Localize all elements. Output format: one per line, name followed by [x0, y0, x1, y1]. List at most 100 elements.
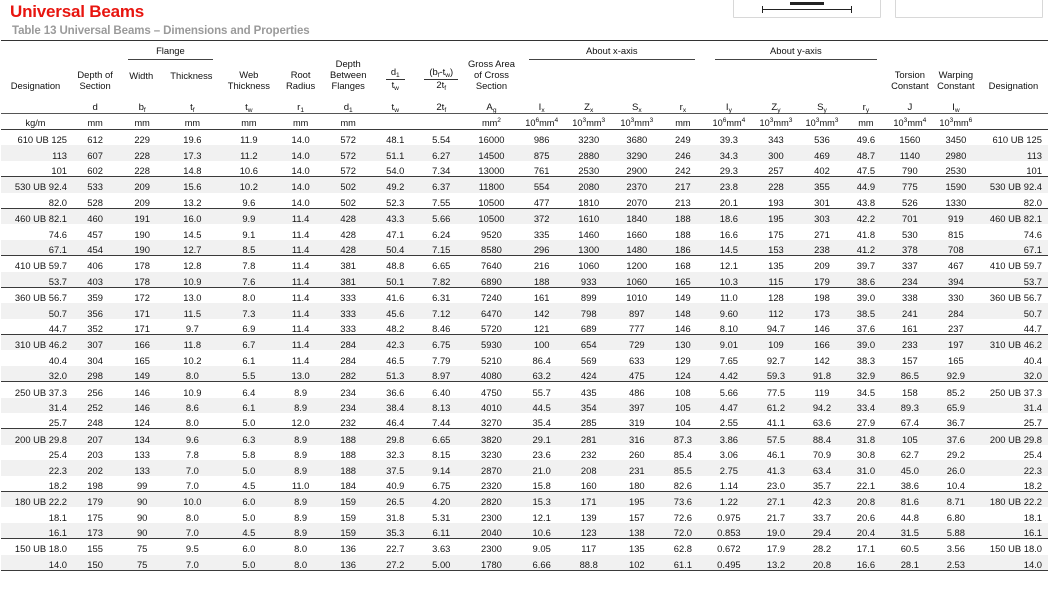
table-row[interactable]: 360 UB 56.7 359 172 13.0 8.0 11.4 333 41.6 6.31 7…: [1, 286, 1048, 304]
table-cell: 1610: [564, 207, 613, 225]
table-row[interactable]: 460 UB 82.1 460 191 16.0 9.9 11.4 428 43.3 5.66 1…: [1, 207, 1048, 225]
table-cell: 13.2: [752, 554, 799, 571]
header-group-flange: Flange Width Thickness: [120, 40, 221, 91]
table-cell: 897: [612, 303, 661, 319]
table-row[interactable]: 31.4 252 146 8.6 6.1 8.9 234 38.4 8.13 4010 44.5 35…: [1, 397, 1048, 414]
cell-designation-right: 67.1: [978, 239, 1048, 256]
table-cell: 130: [660, 334, 705, 351]
table-cell: 9.1: [242, 228, 256, 240]
table-cell: 333: [340, 322, 357, 334]
table-cell: 3230: [481, 449, 502, 461]
table-cell: 109: [752, 334, 799, 351]
table-cell: 246: [660, 145, 705, 161]
table-cell: 31.8: [844, 428, 887, 445]
table-cell: 32.9: [844, 365, 887, 382]
table-row[interactable]: 180 UB 22.2 179 90 10.0 6.0 8.9 159 26.5 4.20 282…: [1, 490, 1048, 508]
table-cell: 6.1: [220, 397, 278, 414]
table-caption: Table 13 Universal Beams – Dimensions an…: [12, 25, 310, 37]
table-header: Designation Depth of Section Flange Widt…: [1, 40, 1048, 130]
table-row[interactable]: 40.4 304 165 10.2 6.1 11.4 284 46.5 7.79 5210 86.4…: [1, 350, 1048, 366]
table-row[interactable]: 32.0 298 149 8.0 5.5 13.0 282 51.3 8.97 4080 63.2 4…: [1, 365, 1048, 382]
table-row[interactable]: 101 602 228 14.8 10.6 14.0 572 54.0 7.34 13000 761…: [1, 161, 1048, 177]
table-cell: 9.6: [242, 196, 256, 208]
table-row[interactable]: 200 UB 29.8 207 134 9.6 6.3 8.9 188 29.8 6.65 382…: [1, 428, 1048, 445]
table-cell: 14.0: [291, 196, 310, 208]
table-cell: 242: [675, 165, 691, 177]
table-row[interactable]: 250 UB 37.3 256 146 10.9 6.4 8.9 234 36.6 6.40 47…: [1, 381, 1048, 398]
header-root-radius: Root Radius: [277, 40, 325, 91]
table-cell: 216: [518, 255, 565, 272]
table-row[interactable]: 18.2 198 99 7.0 4.5 11.0 184 40.9 6.75 2320 15.8 16…: [1, 476, 1048, 492]
table-cell: 41.3: [752, 460, 799, 476]
table-cell: 155: [70, 538, 121, 555]
table-cell: 188: [675, 228, 691, 240]
header-about-y-label: About y-axis: [770, 45, 822, 56]
table-cell: 406: [70, 255, 121, 272]
table-cell: 8.5: [220, 239, 278, 256]
table-row[interactable]: 14.0 150 75 7.0 5.0 8.0 136 27.2 5.00 1780 6.66 88.…: [1, 554, 1048, 571]
table-row[interactable]: 53.7 403 178 10.9 7.6 11.4 381 50.1 7.82 6890 188 9…: [1, 271, 1048, 288]
table-cell: 435: [564, 381, 613, 398]
table-row[interactable]: 44.7 352 171 9.7 6.9 11.4 333 48.2 8.46 5720 121 68…: [1, 319, 1048, 335]
table-cell: 108: [660, 381, 705, 398]
table-row[interactable]: 74.6 457 190 14.5 9.1 11.4 428 47.1 6.24 9520 335 1…: [1, 224, 1048, 240]
table-cell: 21.7: [766, 511, 786, 523]
table-row[interactable]: 310 UB 46.2 307 166 11.8 6.7 11.4 284 42.3 6.75 5…: [1, 334, 1048, 351]
cell-designation-left: 18.2: [48, 479, 68, 491]
cell-designation-left: 250 UB 37.3: [1, 381, 71, 398]
cell-designation-left: 101: [51, 165, 68, 177]
sym-zy: Zy: [771, 101, 781, 114]
table-cell: 173: [70, 522, 121, 539]
table-cell: 8.15: [432, 449, 451, 461]
table-row[interactable]: 22.3 202 133 7.0 5.0 8.9 188 37.5 9.14 2870 21.0 20…: [1, 460, 1048, 476]
table-cell: 11.4: [291, 322, 310, 334]
table-row[interactable]: 410 UB 59.7 406 178 12.8 7.8 11.4 381 48.8 6.65 7…: [1, 255, 1048, 272]
table-cell: 477: [533, 196, 550, 208]
table-row[interactable]: 113 607 228 17.3 11.2 14.0 572 51.1 6.27 14500 875…: [1, 145, 1048, 161]
table-cell: 8.9: [277, 428, 325, 445]
table-cell: 142: [518, 303, 565, 319]
table-cell: 8.0: [220, 286, 278, 304]
table-cell: 198: [87, 479, 103, 491]
table-cell: 1.14: [719, 479, 739, 491]
table-row[interactable]: 25.4 203 133 7.8 5.8 8.9 188 32.3 8.15 3230 23.6 23…: [1, 445, 1048, 460]
table-row[interactable]: 82.0 528 209 13.2 9.6 14.0 502 52.3 7.55 10500 477…: [1, 193, 1048, 209]
table-row[interactable]: 16.1 173 90 7.0 4.5 8.9 159 35.3 6.11 2040 10.6 123…: [1, 522, 1048, 539]
table-cell: 475: [612, 365, 661, 382]
table-cell: 44.9: [844, 176, 887, 193]
cell-designation-left: 530 UB 92.4: [1, 176, 71, 193]
table-cell: 5.54: [418, 129, 465, 146]
table-cell: 179: [70, 490, 121, 508]
table-cell: 33.7: [812, 511, 832, 523]
table-cell: 188: [324, 460, 373, 476]
table-row[interactable]: 530 UB 92.4 533 209 15.6 10.2 14.0 502 49.2 6.37…: [1, 176, 1048, 193]
table-row[interactable]: 25.7 248 124 8.0 5.0 12.0 232 46.4 7.44 3270 35.4 2…: [1, 413, 1048, 429]
table-cell: 612: [70, 129, 121, 146]
table-cell: 48.8: [372, 255, 419, 272]
table-row[interactable]: 610 UB 125 612 229 19.6 11.9 14.0 572 48.1 5.54 1…: [1, 129, 1048, 146]
table-cell: 8.10: [719, 322, 739, 334]
table-cell: 228: [752, 176, 799, 193]
table-row[interactable]: 18.1 175 90 8.0 5.0 8.9 159 31.8 5.31 2300 12.1 139…: [1, 507, 1048, 523]
table-cell: 296: [518, 239, 565, 256]
table-cell: 175: [768, 228, 784, 240]
table-cell: 57.5: [752, 428, 799, 445]
table-cell: 14.0: [277, 145, 325, 161]
table-cell: 43.8: [856, 196, 876, 208]
table-cell: 41.6: [372, 286, 419, 304]
table-cell: 237: [948, 322, 964, 334]
sym-rx: rx: [679, 101, 687, 114]
table-cell: 15.3: [518, 490, 565, 508]
table-cell: 1840: [612, 207, 661, 225]
table-cell: 45.6: [372, 303, 419, 319]
table-cell: 633: [629, 354, 645, 366]
table-cell: 3.56: [932, 538, 979, 555]
table-row[interactable]: 150 UB 18.0 155 75 9.5 6.0 8.0 136 22.7 3.63 2300…: [1, 538, 1048, 555]
cell-designation-right: 180 UB 22.2: [978, 490, 1048, 508]
table-cell: 149: [660, 286, 705, 304]
table-cell: 43.3: [372, 207, 419, 225]
table-cell: 11.4: [277, 239, 325, 256]
table-cell: 12.7: [164, 239, 221, 256]
table-row[interactable]: 67.1 454 190 12.7 8.5 11.4 428 50.4 7.15 8580 296 1…: [1, 239, 1048, 256]
table-row[interactable]: 50.7 356 171 11.5 7.3 11.4 333 45.6 7.12 6470 142 7…: [1, 303, 1048, 319]
